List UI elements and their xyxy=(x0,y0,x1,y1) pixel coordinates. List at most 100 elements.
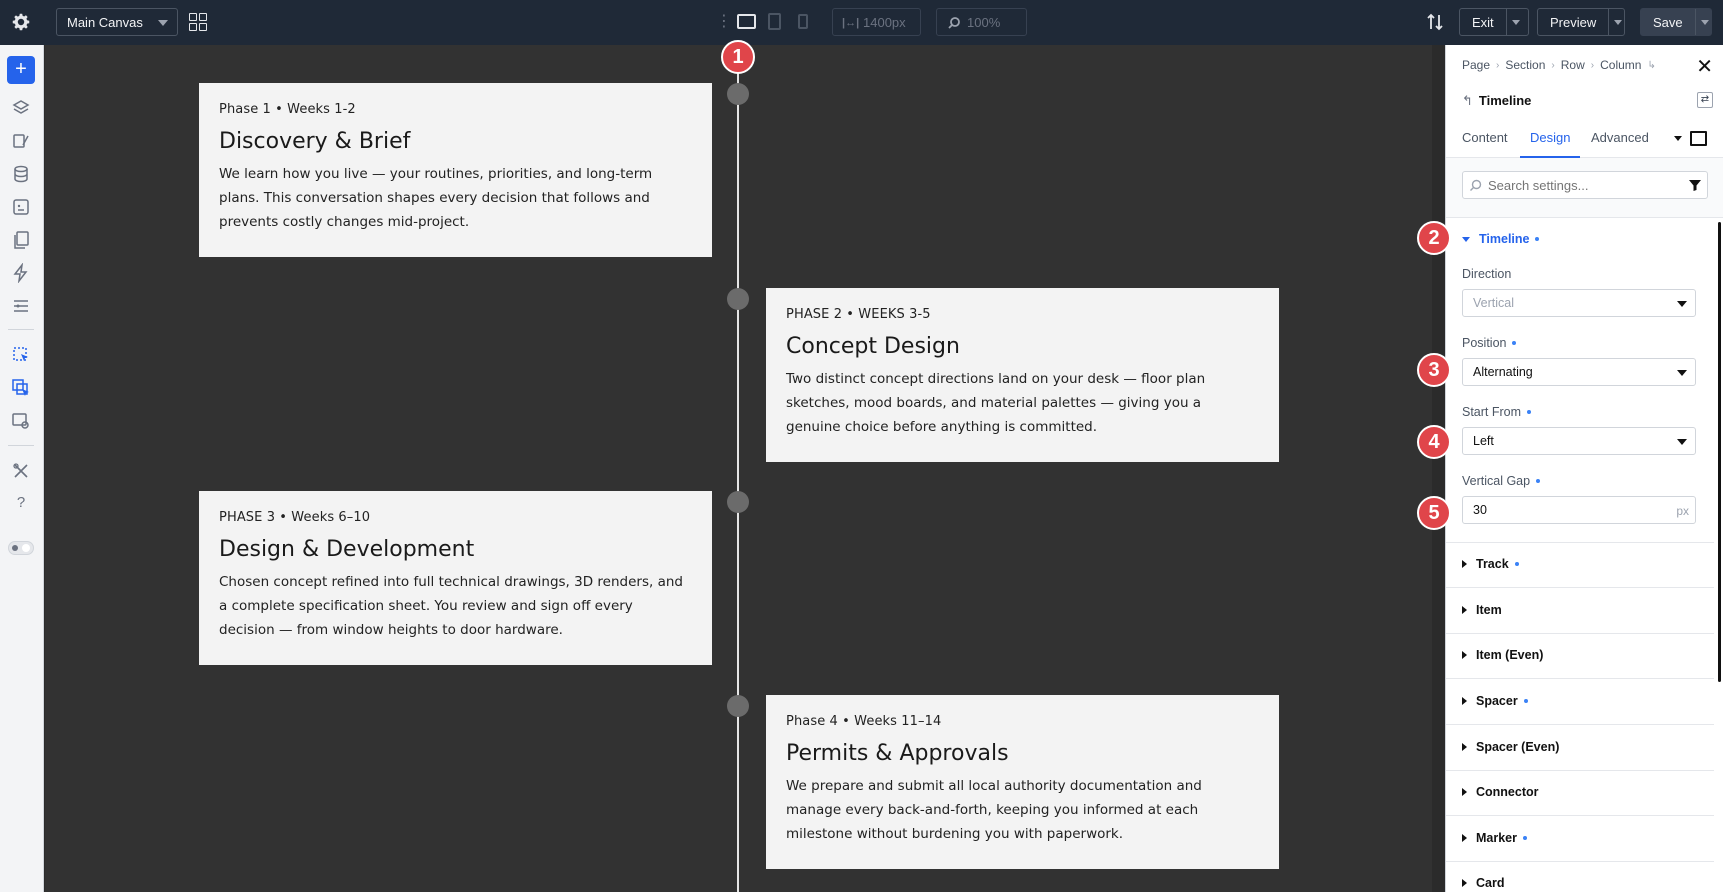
vertical-gap-label: Vertical Gap xyxy=(1462,474,1541,488)
brush-icon[interactable] xyxy=(11,131,31,151)
theme-toggle[interactable] xyxy=(8,541,34,555)
database-icon[interactable] xyxy=(11,164,31,184)
tab-advanced[interactable]: Advanced xyxy=(1591,130,1649,145)
preview-button[interactable]: Preview xyxy=(1538,9,1610,35)
chevron-down-icon xyxy=(1677,301,1687,307)
add-element-button[interactable]: + xyxy=(7,56,35,84)
divider xyxy=(1446,678,1714,679)
timeline-card[interactable]: PHASE 3 • Weeks 6–10 Design & Developmen… xyxy=(199,491,712,665)
modified-dot xyxy=(1512,341,1517,345)
phone-view-icon[interactable] xyxy=(798,14,808,29)
annotation-badge-3: 3 xyxy=(1417,353,1451,387)
chevron-right-icon: › xyxy=(1590,59,1595,71)
caret-right-icon xyxy=(1462,651,1467,659)
module-title-text: Timeline xyxy=(1478,93,1532,108)
gear-icon[interactable] xyxy=(10,11,32,33)
breadcrumb-row[interactable]: Row xyxy=(1561,58,1585,72)
annotation-badge-5: 5 xyxy=(1417,496,1451,530)
section-item-header[interactable]: Item xyxy=(1462,603,1502,617)
module-title: ↰ Timeline xyxy=(1462,93,1531,109)
timeline-marker xyxy=(727,695,749,717)
divider xyxy=(1446,587,1714,588)
card-title: Discovery & Brief xyxy=(219,129,411,154)
section-item-even-header[interactable]: Item (Even) xyxy=(1462,648,1543,662)
annotation-badge-2: 2 xyxy=(1417,221,1451,255)
more-vertical-icon[interactable]: ⋮ xyxy=(716,13,732,31)
list-settings-icon[interactable] xyxy=(11,296,31,316)
save-button[interactable]: Save xyxy=(1641,9,1696,35)
multi-select-icon[interactable] xyxy=(11,378,31,398)
modified-dot xyxy=(1514,562,1519,566)
tab-design[interactable]: Design xyxy=(1530,130,1570,145)
canvas-select[interactable]: Main Canvas xyxy=(56,8,178,36)
divider xyxy=(1446,861,1714,862)
search-settings-input[interactable] xyxy=(1462,171,1708,199)
back-arrow-icon[interactable]: ↰ xyxy=(1462,93,1473,108)
timeline-card[interactable]: Phase 4 • Weeks 11–14 Permits & Approval… xyxy=(766,695,1279,869)
chevron-down-icon xyxy=(158,20,168,26)
save-dropdown-icon[interactable] xyxy=(1696,9,1711,35)
annotation-badge-4: 4 xyxy=(1417,425,1451,459)
canvas-width-input[interactable]: |↔| 1400px xyxy=(832,8,921,36)
breadcrumb-page[interactable]: Page xyxy=(1462,58,1490,72)
section-marker-header[interactable]: Marker xyxy=(1462,831,1527,845)
zoom-input[interactable]: 100% xyxy=(936,8,1027,36)
zoom-value: 100% xyxy=(967,14,1001,30)
caret-down-icon xyxy=(1462,236,1470,242)
sort-arrows-icon[interactable] xyxy=(1426,12,1444,32)
vertical-gap-input[interactable]: 30 px xyxy=(1462,496,1696,524)
timeline-card[interactable]: PHASE 2 • WEEKS 3-5 Concept Design Two d… xyxy=(766,288,1279,462)
close-icon[interactable]: ✕ xyxy=(1696,54,1713,79)
timeline-marker xyxy=(727,491,749,513)
direction-select[interactable]: Vertical xyxy=(1462,289,1696,317)
lightning-icon[interactable] xyxy=(11,263,31,283)
caret-right-icon xyxy=(1462,743,1467,751)
timeline-track xyxy=(737,57,739,892)
tab-content[interactable]: Content xyxy=(1462,130,1508,145)
card-description: We learn how you live — your routines, p… xyxy=(219,166,653,230)
template-icon[interactable] xyxy=(11,197,31,217)
caret-right-icon xyxy=(1462,606,1467,614)
pages-icon[interactable] xyxy=(11,230,31,250)
breadcrumb: Page › Section › Row › Column ↳ xyxy=(1462,58,1656,72)
view-mode-icon[interactable] xyxy=(1690,131,1707,146)
tablet-view-icon[interactable] xyxy=(768,13,781,30)
desktop-view-icon[interactable] xyxy=(737,14,756,29)
divider xyxy=(1446,633,1714,634)
card-description: Chosen concept refined into full technic… xyxy=(219,574,683,638)
unit-label[interactable]: px xyxy=(1676,504,1689,518)
card-title: Design & Development xyxy=(219,537,475,562)
chevron-down-icon[interactable] xyxy=(1674,136,1682,141)
section-track-header[interactable]: Track xyxy=(1462,557,1519,571)
exit-dropdown-icon[interactable] xyxy=(1507,9,1525,35)
modified-dot xyxy=(1527,410,1532,414)
vertical-gap-value: 30 xyxy=(1473,503,1487,517)
layout-search-icon[interactable] xyxy=(11,411,31,431)
start-from-select[interactable]: Left xyxy=(1462,427,1696,455)
select-pointer-icon[interactable] xyxy=(11,345,31,365)
left-sidebar: + ? xyxy=(0,45,44,892)
panel-options-icon[interactable]: ⇄ xyxy=(1697,92,1713,108)
preview-dropdown-icon[interactable] xyxy=(1609,9,1624,35)
tools-icon[interactable] xyxy=(11,461,31,481)
grid-icon[interactable] xyxy=(189,13,207,31)
filter-icon[interactable] xyxy=(1688,178,1702,192)
section-spacer-even-header[interactable]: Spacer (Even) xyxy=(1462,740,1559,754)
layers-icon[interactable] xyxy=(11,98,31,118)
panel-scrollbar[interactable] xyxy=(1718,222,1721,682)
breadcrumb-column[interactable]: Column xyxy=(1600,58,1641,72)
section-title: Timeline xyxy=(1479,232,1530,246)
position-select[interactable]: Alternating xyxy=(1462,358,1696,386)
annotation-badge-1: 1 xyxy=(721,40,755,74)
section-spacer-header[interactable]: Spacer xyxy=(1462,694,1528,708)
exit-button[interactable]: Exit xyxy=(1460,9,1507,35)
section-card-header[interactable]: Card xyxy=(1462,876,1504,890)
caret-right-icon xyxy=(1462,834,1467,842)
timeline-card[interactable]: Phase 1 • Weeks 1-2 Discovery & Brief We… xyxy=(199,83,712,257)
help-icon[interactable]: ? xyxy=(11,494,31,514)
section-connector-header[interactable]: Connector xyxy=(1462,785,1539,799)
section-timeline-header[interactable]: Timeline xyxy=(1462,232,1540,246)
card-description: Two distinct concept directions land on … xyxy=(786,371,1206,435)
search-icon xyxy=(1470,179,1482,191)
breadcrumb-section[interactable]: Section xyxy=(1505,58,1545,72)
